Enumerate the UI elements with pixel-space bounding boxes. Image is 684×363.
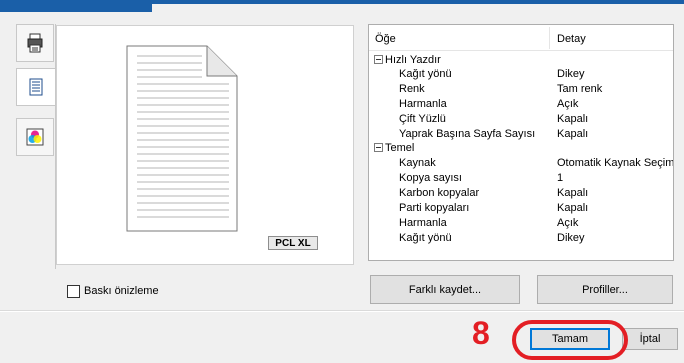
row-detail: Dikey [557, 68, 585, 80]
group-label: Hızlı Yazdır [385, 54, 441, 66]
profiles-button[interactable]: Profiller... [537, 275, 673, 304]
row-item: Parti kopyaları [399, 202, 470, 214]
row-item: Renk [399, 83, 425, 95]
table-row[interactable]: Yaprak Başına Sayfa Sayısı Kapalı [369, 127, 673, 141]
preview-checkbox-label: Baskı önizleme [84, 285, 159, 297]
collapse-icon[interactable] [374, 55, 383, 64]
row-item: Karbon kopyalar [399, 187, 480, 199]
row-item: Yaprak Başına Sayfa Sayısı [399, 128, 536, 140]
footer-divider-highlight [0, 311, 684, 312]
row-item: Kağıt yönü [399, 232, 452, 244]
save-as-button[interactable]: Farklı kaydet... [370, 275, 520, 304]
row-detail: Açık [557, 98, 579, 110]
row-item: Çift Yüzlü [399, 113, 446, 125]
row-item: Kağıt yönü [399, 68, 452, 80]
group-label: Temel [385, 142, 415, 154]
ok-button-highlight [512, 320, 628, 360]
row-item: Harmanla [399, 217, 447, 229]
table-header: Öğe Detay [369, 25, 673, 51]
table-row[interactable]: Karbon kopyalar Kapalı [369, 186, 673, 200]
row-detail: Tam renk [557, 83, 603, 95]
table-row[interactable]: Renk Tam renk [369, 82, 673, 96]
column-separator [549, 27, 550, 49]
tab-document[interactable] [16, 68, 56, 106]
table-row[interactable]: Harmanla Açık [369, 216, 673, 230]
row-detail: Açık [557, 217, 579, 229]
cancel-button[interactable]: İptal [622, 328, 678, 350]
color-icon [26, 128, 44, 146]
group-row-basic[interactable]: Temel [369, 141, 673, 155]
row-item: Kopya sayısı [399, 172, 462, 184]
row-detail: Otomatik Kaynak Seçimi [557, 157, 674, 169]
table-row[interactable]: Kaynak Otomatik Kaynak Seçimi [369, 156, 673, 170]
row-detail: Dikey [557, 232, 585, 244]
table-row[interactable]: Çift Yüzlü Kapalı [369, 112, 673, 126]
column-header-detail[interactable]: Detay [557, 33, 586, 45]
preview-checkbox[interactable] [67, 285, 80, 298]
table-row[interactable]: Parti kopyaları Kapalı [369, 201, 673, 215]
print-preview [56, 25, 354, 265]
printer-icon [27, 33, 43, 53]
table-row[interactable]: Harmanla Açık [369, 97, 673, 111]
page-preview-icon [126, 45, 238, 232]
row-detail: Kapalı [557, 202, 589, 214]
tab-printer[interactable] [16, 24, 54, 62]
row-detail: Kapalı [557, 128, 589, 140]
table-row-partial[interactable] [369, 253, 673, 260]
tab-color[interactable] [16, 118, 54, 156]
column-header-item[interactable]: Öğe [375, 33, 396, 45]
step-number-callout: 8 [472, 315, 490, 351]
window-title-tab [0, 0, 152, 12]
document-icon [29, 78, 43, 96]
table-row[interactable]: Kağıt yönü Dikey [369, 67, 673, 81]
row-item: Kaynak [399, 157, 436, 169]
table-row[interactable]: Kağıt yönü Dikey [369, 231, 673, 245]
pcl-xl-badge[interactable]: PCL XL [268, 236, 318, 250]
row-detail: Kapalı [557, 113, 589, 125]
table-row[interactable]: Kopya sayısı 1 [369, 171, 673, 185]
row-item: Harmanla [399, 98, 447, 110]
row-detail: 1 [557, 172, 564, 184]
settings-table[interactable]: Öğe Detay Hızlı Yazdır Kağıt yönü Dikey … [368, 24, 674, 261]
group-row-quick-print[interactable]: Hızlı Yazdır [369, 53, 673, 67]
collapse-icon[interactable] [374, 143, 383, 152]
row-detail: Kapalı [557, 187, 589, 199]
